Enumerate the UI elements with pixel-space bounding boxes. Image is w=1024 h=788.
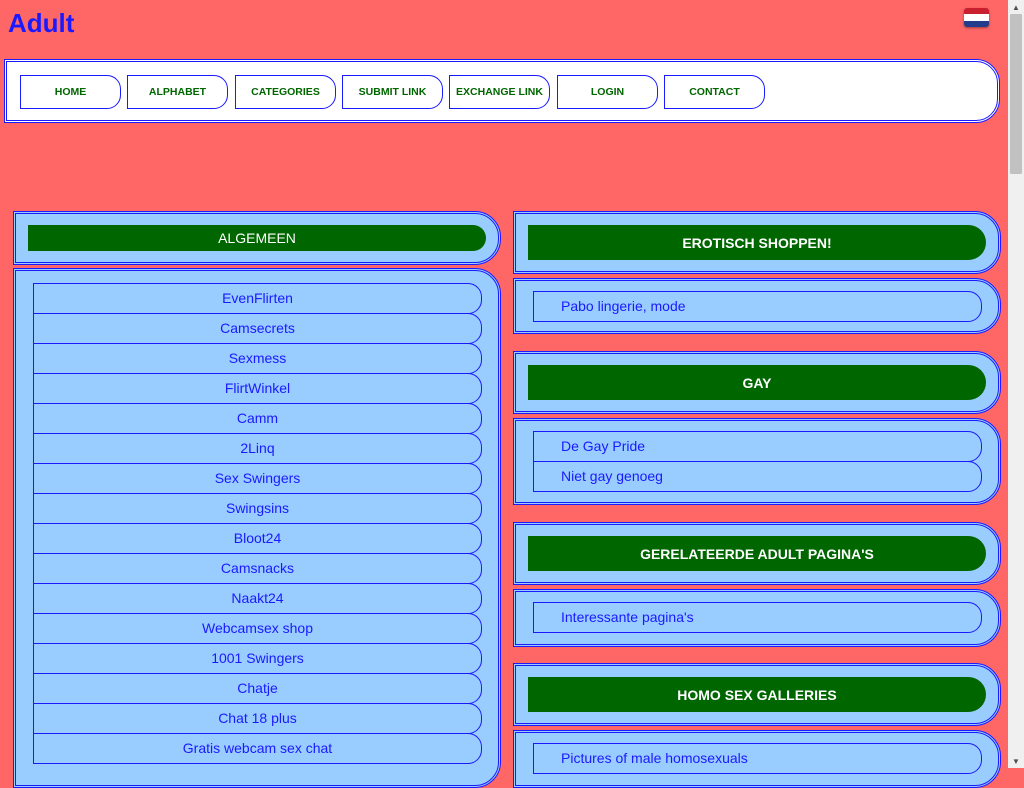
algemeen-link-list: EvenFlirten Camsecrets Sexmess FlirtWink… — [33, 283, 482, 764]
algemeen-header-panel: ALGEMEEN — [13, 211, 501, 265]
gay-header: GAY — [528, 365, 986, 400]
list-item[interactable]: Bloot24 — [33, 523, 482, 554]
scroll-thumb[interactable] — [1010, 14, 1022, 174]
gerelateerde-header: GERELATEERDE ADULT PAGINA'S — [528, 536, 986, 571]
list-item[interactable]: Webcamsex shop — [33, 613, 482, 644]
algemeen-links-panel: EvenFlirten Camsecrets Sexmess FlirtWink… — [13, 268, 501, 788]
list-item[interactable]: FlirtWinkel — [33, 373, 482, 404]
erotisch-shoppen-link-list: Pabo lingerie, mode — [533, 291, 982, 322]
homo-sex-galleries-links-panel: Pictures of male homosexuals — [513, 730, 1001, 788]
gay-header-panel: GAY — [513, 351, 1001, 414]
list-item[interactable]: Niet gay genoeg — [533, 461, 982, 492]
nav-categories[interactable]: CATEGORIES — [235, 75, 336, 109]
algemeen-header: ALGEMEEN — [28, 225, 486, 251]
list-item[interactable]: Pictures of male homosexuals — [533, 743, 982, 774]
list-item[interactable]: Camsnacks — [33, 553, 482, 584]
nav-exchange-link[interactable]: EXCHANGE LINK — [449, 75, 550, 109]
list-item[interactable]: Swingsins — [33, 493, 482, 524]
list-item[interactable]: Camm — [33, 403, 482, 434]
list-item[interactable]: EvenFlirten — [33, 283, 482, 314]
homo-sex-galleries-header: HOMO SEX GALLERIES — [528, 677, 986, 712]
nav-home[interactable]: HOME — [20, 75, 121, 109]
nav-login[interactable]: LOGIN — [557, 75, 658, 109]
list-item[interactable]: Naakt24 — [33, 583, 482, 614]
nav-alphabet[interactable]: ALPHABET — [127, 75, 228, 109]
list-item[interactable]: 1001 Swingers — [33, 643, 482, 674]
nav-contact[interactable]: CONTACT — [664, 75, 765, 109]
homo-sex-galleries-link-list: Pictures of male homosexuals — [533, 743, 982, 774]
list-item[interactable]: Interessante pagina's — [533, 602, 982, 633]
list-item[interactable]: De Gay Pride — [533, 431, 982, 462]
list-item[interactable]: Camsecrets — [33, 313, 482, 344]
list-item[interactable]: Chatje — [33, 673, 482, 704]
list-item[interactable]: Sex Swingers — [33, 463, 482, 494]
list-item[interactable]: Sexmess — [33, 343, 482, 374]
nav-submit-link[interactable]: SUBMIT LINK — [342, 75, 443, 109]
list-item[interactable]: Chat 18 plus — [33, 703, 482, 734]
list-item[interactable]: 2Linq — [33, 433, 482, 464]
vertical-scrollbar[interactable]: ▲ ▼ — [1008, 0, 1024, 768]
homo-sex-galleries-header-panel: HOMO SEX GALLERIES — [513, 663, 1001, 726]
erotisch-shoppen-header-panel: EROTISCH SHOPPEN! — [513, 211, 1001, 274]
gerelateerde-links-panel: Interessante pagina's — [513, 589, 1001, 647]
main-navigation: HOME ALPHABET CATEGORIES SUBMIT LINK EXC… — [4, 59, 1000, 123]
site-title[interactable]: Adult — [8, 8, 74, 39]
erotisch-shoppen-header: EROTISCH SHOPPEN! — [528, 225, 986, 260]
erotisch-shoppen-links-panel: Pabo lingerie, mode — [513, 278, 1001, 334]
netherlands-flag-icon[interactable] — [964, 8, 989, 27]
list-item[interactable]: Pabo lingerie, mode — [533, 291, 982, 322]
list-item[interactable]: Gratis webcam sex chat — [33, 733, 482, 764]
scroll-down-icon[interactable]: ▼ — [1008, 754, 1024, 768]
gay-link-list: De Gay Pride Niet gay genoeg — [533, 431, 982, 492]
scroll-up-icon[interactable]: ▲ — [1008, 0, 1024, 14]
gerelateerde-header-panel: GERELATEERDE ADULT PAGINA'S — [513, 522, 1001, 585]
gerelateerde-link-list: Interessante pagina's — [533, 602, 982, 633]
gay-links-panel: De Gay Pride Niet gay genoeg — [513, 418, 1001, 505]
